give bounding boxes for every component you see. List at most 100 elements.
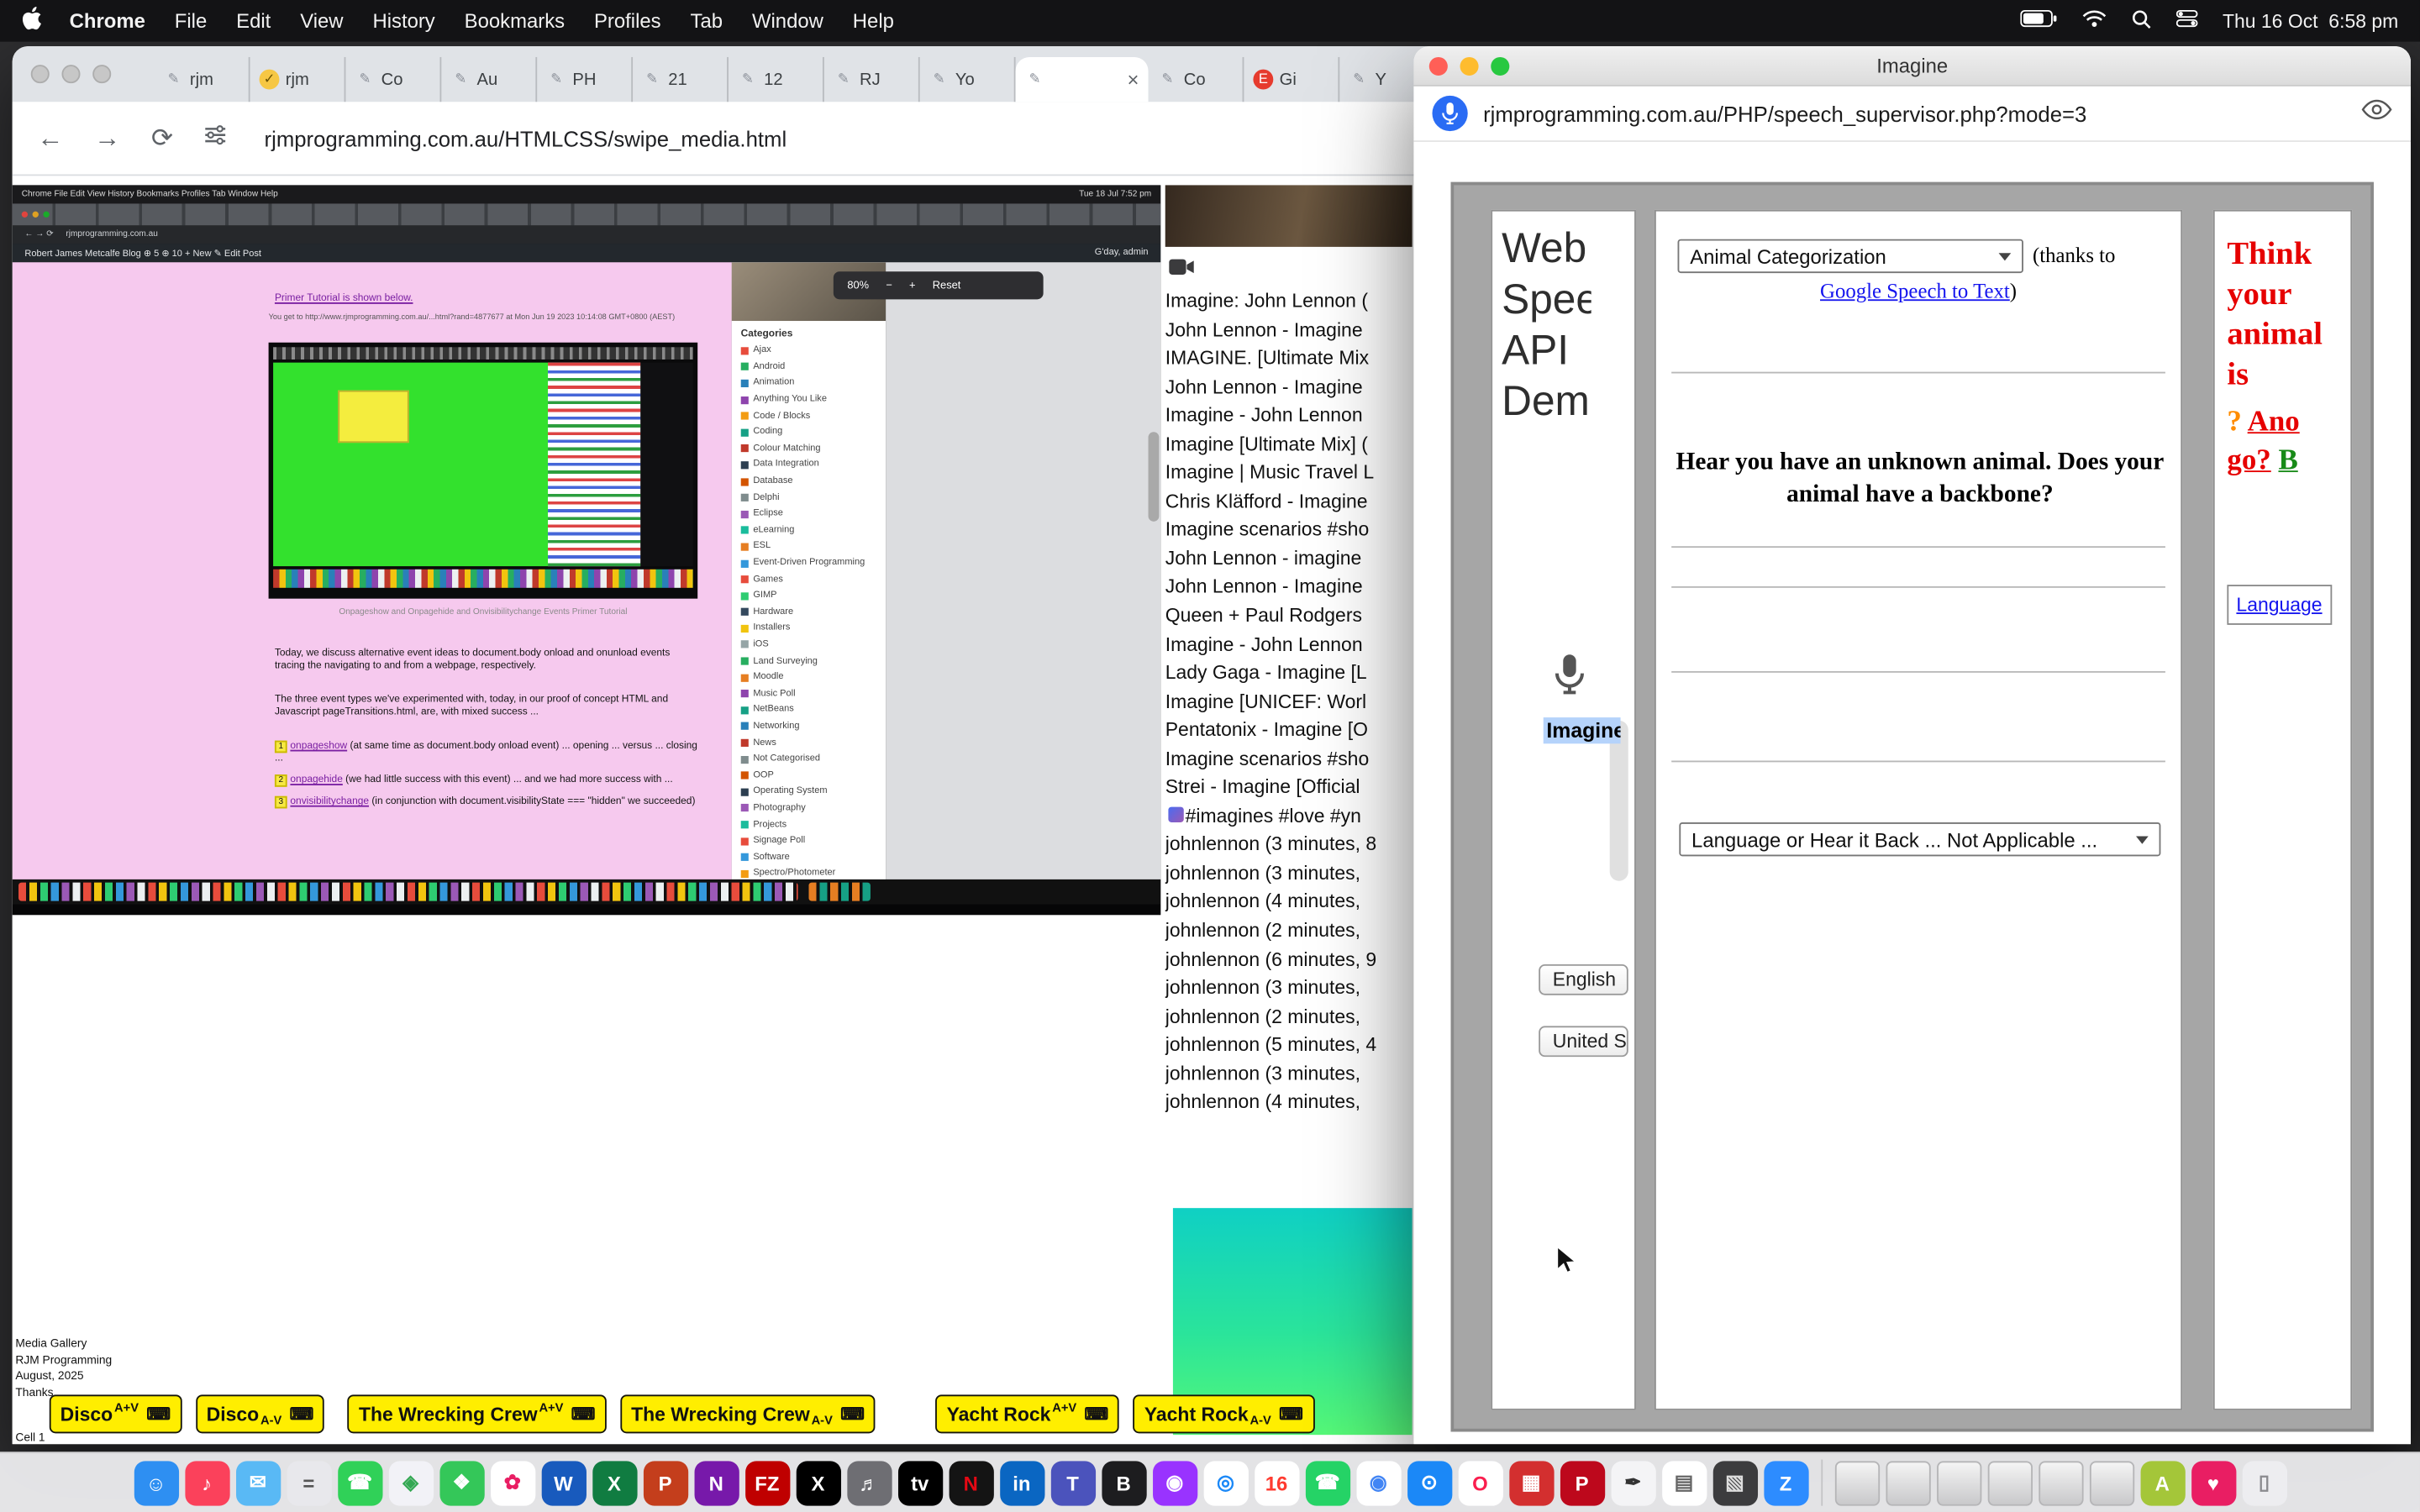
media-thumbnail[interactable]: [1165, 185, 1413, 246]
dock-icon[interactable]: Z: [1763, 1460, 1807, 1504]
site-settings-icon[interactable]: [204, 123, 228, 154]
menu-item[interactable]: File: [175, 9, 207, 33]
video-list-item[interactable]: Imagine [UNICEF: Worl: [1165, 688, 1413, 717]
category-item[interactable]: Ajax: [741, 343, 877, 359]
dock-icon[interactable]: P: [643, 1460, 687, 1504]
dock-icon[interactable]: ▦: [1508, 1460, 1553, 1504]
category-item[interactable]: Games: [741, 571, 877, 587]
battery-icon[interactable]: [2020, 9, 2057, 33]
browser-tab[interactable]: ✎ RJ: [824, 57, 920, 102]
menu-item[interactable]: View: [300, 9, 343, 33]
category-item[interactable]: Networking: [741, 718, 877, 734]
minimize-window-button[interactable]: [61, 65, 80, 83]
dock-icon[interactable]: ◉: [1356, 1460, 1401, 1504]
language-hearback-select[interactable]: Language or Hear it Back ... Not Applica…: [1679, 822, 2160, 856]
another-go-link[interactable]: go?: [2227, 444, 2270, 477]
category-item[interactable]: Android: [741, 359, 877, 375]
english-button[interactable]: English: [1539, 964, 1628, 995]
menu-item[interactable]: Tab: [691, 9, 723, 33]
category-item[interactable]: Land Surveying: [741, 653, 877, 669]
category-item[interactable]: News: [741, 735, 877, 751]
animal-categorization-select[interactable]: Animal Categorization: [1678, 239, 2023, 273]
menu-item[interactable]: Window: [752, 9, 823, 33]
dock-icon[interactable]: N: [949, 1460, 993, 1504]
dock-icon[interactable]: N: [694, 1460, 739, 1504]
browser-tab[interactable]: ✎ Co: [345, 57, 441, 102]
another-go-link[interactable]: Ano: [2248, 406, 2300, 438]
browser-tab[interactable]: ✎ PH: [537, 57, 633, 102]
dock-minimized-window[interactable]: [1886, 1460, 1930, 1504]
dock-icon[interactable]: ✒: [1611, 1460, 1655, 1504]
media-gallery-button[interactable]: The Wrecking CrewA-V⌨: [620, 1394, 876, 1433]
video-list-item[interactable]: Lady Gaga - Imagine [L: [1165, 659, 1413, 687]
dock-icon[interactable]: ◈: [388, 1460, 433, 1504]
apple-menu-icon[interactable]: [22, 6, 42, 35]
video-list-item[interactable]: #imagines #love #yn: [1165, 802, 1413, 831]
menu-item[interactable]: Chrome: [70, 9, 145, 33]
dock-icon[interactable]: ♥: [2191, 1460, 2235, 1504]
microphone-permission-icon[interactable]: [1432, 96, 1467, 131]
video-list-item[interactable]: Imagine scenarios #sho: [1165, 745, 1413, 774]
browser-tab-active[interactable]: ✎ ×: [1016, 57, 1149, 102]
dock-icon[interactable]: A: [2140, 1460, 2185, 1504]
video-list-item[interactable]: John Lennon - Imagine: [1165, 316, 1413, 344]
dock-icon[interactable]: W: [541, 1460, 586, 1504]
video-list-item[interactable]: Imagine [Ultimate Mix] (: [1165, 430, 1413, 459]
minimize-window-button[interactable]: [1460, 57, 1479, 76]
media-gallery-button[interactable]: The Wrecking CrewA+V⌨: [348, 1394, 607, 1433]
zoom-reset-button[interactable]: Reset: [933, 280, 961, 291]
video-list-item[interactable]: johnlennon (3 minutes, 8: [1165, 831, 1413, 859]
video-list-item[interactable]: johnlennon (5 minutes, 4: [1165, 1031, 1413, 1059]
dock-icon[interactable]: ▯: [2242, 1460, 2286, 1504]
media-gallery-button[interactable]: Yacht RockA-V⌨: [1134, 1394, 1314, 1433]
back-button[interactable]: ←: [37, 123, 63, 154]
dock-icon[interactable]: ◉: [1152, 1460, 1197, 1504]
zoom-window-button[interactable]: [1491, 57, 1509, 76]
dock-icon[interactable]: ♪: [184, 1460, 229, 1504]
dock-icon[interactable]: P: [1560, 1460, 1604, 1504]
category-item[interactable]: Coding: [741, 424, 877, 440]
spotlight-search-icon[interactable]: [2132, 8, 2152, 33]
dock-icon[interactable]: ▧: [1712, 1460, 1757, 1504]
browser-tab[interactable]: ✎ Yo: [920, 57, 1016, 102]
category-item[interactable]: Hardware: [741, 604, 877, 620]
category-item[interactable]: Signage Poll: [741, 832, 877, 848]
dock-icon[interactable]: ▤: [1661, 1460, 1706, 1504]
browser-tab[interactable]: E Gi: [1244, 57, 1339, 102]
wifi-icon[interactable]: [2082, 9, 2107, 33]
browser-tab[interactable]: ✎ rjm: [155, 57, 250, 102]
video-list-item[interactable]: johnlennon (4 minutes,: [1165, 888, 1413, 916]
language-link[interactable]: Language: [2236, 594, 2322, 616]
video-list-item[interactable]: Imagine: John Lennon (: [1165, 287, 1413, 316]
category-item[interactable]: Colour Matching: [741, 441, 877, 457]
dock-icon[interactable]: X: [592, 1460, 636, 1504]
category-item[interactable]: Eclipse: [741, 506, 877, 522]
category-item[interactable]: Code / Blocks: [741, 408, 877, 424]
category-item[interactable]: Spectro/Photometer: [741, 865, 877, 879]
video-list-item[interactable]: John Lennon - Imagine: [1165, 573, 1413, 601]
dock-minimized-window[interactable]: [1834, 1460, 1879, 1504]
category-item[interactable]: Music Poll: [741, 685, 877, 701]
category-item[interactable]: Animation: [741, 375, 877, 391]
video-list-item[interactable]: Queen + Paul Rodgers: [1165, 601, 1413, 630]
video-list-item[interactable]: Imagine scenarios #sho: [1165, 516, 1413, 544]
category-item[interactable]: Software: [741, 849, 877, 865]
video-list-item[interactable]: John Lennon - Imagine: [1165, 373, 1413, 402]
category-item[interactable]: Delphi: [741, 490, 877, 506]
category-item[interactable]: Operating System: [741, 784, 877, 800]
video-list-item[interactable]: johnlennon (3 minutes,: [1165, 1059, 1413, 1088]
category-item[interactable]: eLearning: [741, 522, 877, 538]
video-list-item[interactable]: johnlennon (2 minutes,: [1165, 1002, 1413, 1031]
close-window-button[interactable]: [31, 65, 50, 83]
media-gallery-button[interactable]: DiscoA+V⌨: [50, 1394, 182, 1433]
video-list-item[interactable]: johnlennon (6 minutes, 9: [1165, 945, 1413, 974]
dock-icon[interactable]: ☎: [1305, 1460, 1349, 1504]
category-item[interactable]: Installers: [741, 621, 877, 637]
category-item[interactable]: Photography: [741, 801, 877, 816]
video-list-item[interactable]: IMAGINE. [Ultimate Mix: [1165, 344, 1413, 373]
scrollbar-track[interactable]: [1610, 721, 1628, 881]
tab-close-icon[interactable]: ×: [1128, 68, 1139, 92]
dock-minimized-window[interactable]: [1936, 1460, 1981, 1504]
scrollbar-thumb[interactable]: [1149, 432, 1160, 522]
eye-icon[interactable]: [2361, 99, 2392, 129]
